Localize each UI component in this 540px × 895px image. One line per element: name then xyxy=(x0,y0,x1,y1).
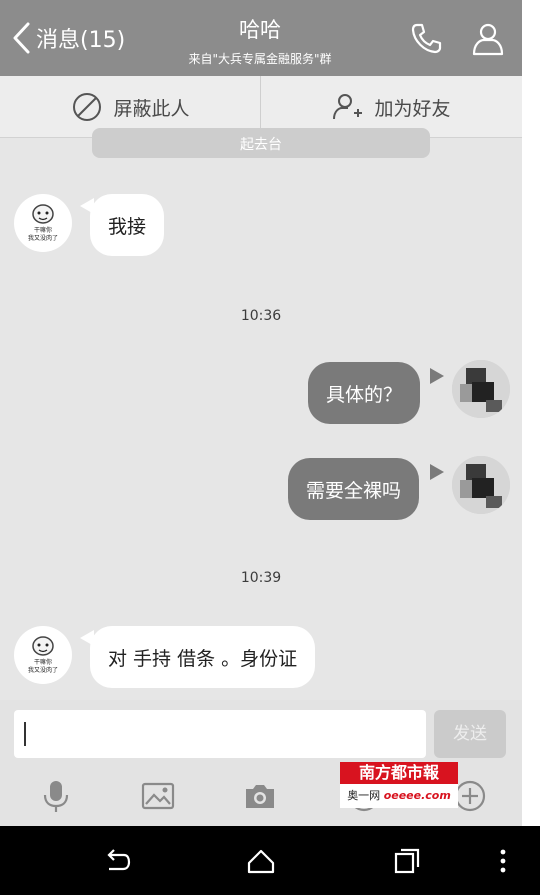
message-text: 对 手持 借条 。身份证 xyxy=(108,647,298,670)
sender-avatar[interactable]: 干嘛你 我又没肉了 xyxy=(14,194,72,252)
message-bubble-outgoing[interactable]: 需要全裸吗 xyxy=(288,458,420,520)
block-user-label: 屏蔽此人 xyxy=(113,97,190,120)
message-text: 具体的？ xyxy=(326,383,403,406)
home-nav-icon[interactable] xyxy=(246,846,276,876)
text-caret xyxy=(24,722,26,746)
chat-header: 消息(15) 哈哈 来自"大兵专属金融服务"群 xyxy=(0,0,522,76)
camera-icon[interactable] xyxy=(242,778,278,814)
profile-icon[interactable] xyxy=(470,20,506,56)
svg-text:干嘛你: 干嘛你 xyxy=(34,658,52,666)
microphone-icon[interactable] xyxy=(38,778,74,814)
back-chevron-icon xyxy=(13,22,30,54)
message-input[interactable] xyxy=(14,710,426,758)
image-icon[interactable] xyxy=(140,778,176,814)
self-avatar[interactable] xyxy=(452,360,510,418)
bubble-tail xyxy=(430,464,444,480)
cartoon-face-icon: 干嘛你 我又没肉了 xyxy=(28,204,58,242)
svg-text:干嘛你: 干嘛你 xyxy=(34,226,52,234)
add-friend-icon xyxy=(333,94,363,120)
message-bubble-incoming[interactable]: 对 手持 借条 。身份证 xyxy=(90,626,316,688)
svg-text:我又没肉了: 我又没肉了 xyxy=(28,234,58,242)
watermark-line: 奥一网 oeeee.com xyxy=(340,784,458,808)
watermark-site: oeeee.com xyxy=(383,789,451,802)
recents-nav-icon[interactable] xyxy=(392,846,422,876)
sender-avatar[interactable]: 干嘛你 我又没肉了 xyxy=(14,626,72,684)
pixelated-avatar-icon xyxy=(452,456,510,514)
message-bubble-incoming[interactable]: 我接 xyxy=(90,194,165,256)
back-button[interactable]: 消息(15) xyxy=(10,18,125,58)
system-notice: 起去台 xyxy=(92,128,430,158)
message-timestamp: 10:39 xyxy=(240,570,282,586)
system-nav-bar xyxy=(0,826,540,895)
system-notice-text: 起去台 xyxy=(240,137,282,153)
message-text: 我接 xyxy=(108,215,147,238)
back-nav-icon[interactable] xyxy=(102,846,132,876)
overflow-menu-icon[interactable] xyxy=(488,846,518,876)
back-label: 消息(15) xyxy=(36,28,126,53)
add-friend-label: 加为好友 xyxy=(374,97,451,120)
page-subtitle: 来自"大兵专属金融服务"群 xyxy=(188,52,332,66)
cartoon-face-icon: 干嘛你 我又没肉了 xyxy=(28,636,58,674)
pixelated-avatar-icon xyxy=(452,360,510,418)
message-timestamp: 10:36 xyxy=(240,308,282,324)
watermark-title: 南方都市報 xyxy=(340,762,458,784)
self-avatar[interactable] xyxy=(452,456,510,514)
message-bubble-outgoing[interactable]: 具体的？ xyxy=(308,362,421,424)
title-block: 哈哈 来自"大兵专属金融服务"群 xyxy=(150,14,370,67)
chat-screen: 消息(15) 哈哈 来自"大兵专属金融服务"群 屏蔽此人 加为好友 起去台 干嘛… xyxy=(0,0,522,895)
message-text: 需要全裸吗 xyxy=(306,479,402,502)
watermark-network: 奥一网 xyxy=(347,789,381,802)
block-icon xyxy=(73,93,102,121)
phone-icon[interactable] xyxy=(408,20,444,56)
send-button[interactable]: 发送 xyxy=(434,710,506,758)
bubble-tail xyxy=(430,368,444,384)
newspaper-watermark: 南方都市報 奥一网 oeeee.com xyxy=(340,762,458,808)
svg-text:我又没肉了: 我又没肉了 xyxy=(28,666,58,674)
page-title: 哈哈 xyxy=(239,18,281,42)
